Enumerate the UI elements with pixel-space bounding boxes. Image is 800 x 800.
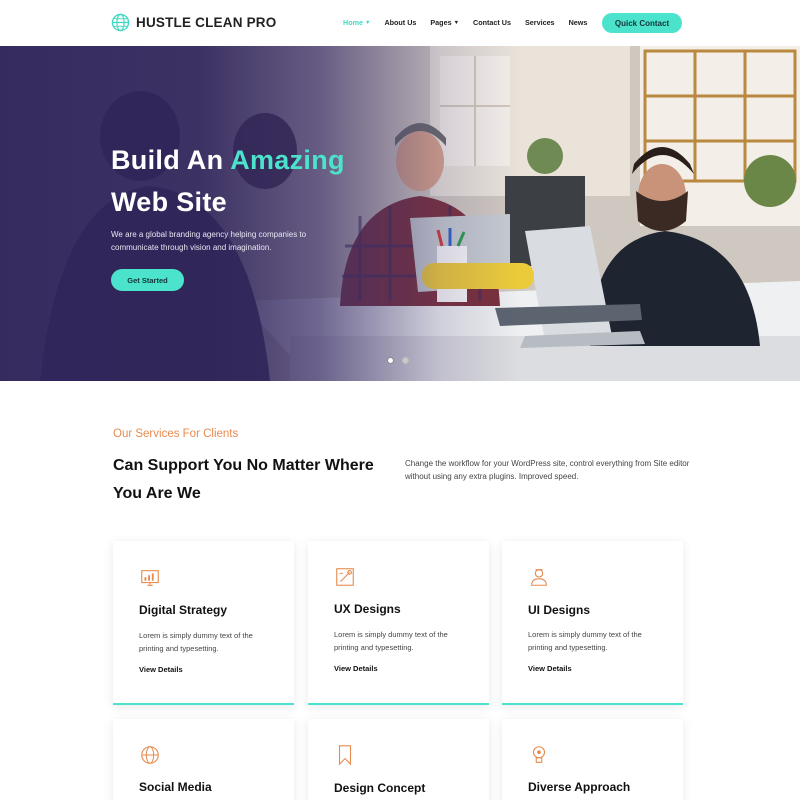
- hero-title-accent: Amazing: [230, 145, 345, 175]
- globe-icon: [141, 746, 159, 764]
- card-title: UX Designs: [334, 602, 401, 616]
- nav-label: Home: [343, 18, 363, 27]
- services-heading: Can Support You No Matter Where You Are …: [113, 457, 374, 502]
- nav-item-home[interactable]: Home ▼: [343, 18, 370, 27]
- chart-monitor-icon: [141, 570, 159, 586]
- service-card-design-concept: Design Concept: [308, 719, 489, 800]
- chevron-down-icon: ▼: [364, 19, 371, 26]
- service-card-digital-strategy: Digital Strategy Lorem is simply dummy t…: [113, 541, 294, 705]
- service-card-ui-designs: UI Designs Lorem is simply dummy text of…: [502, 541, 683, 705]
- service-card-ux-designs: UX Designs Lorem is simply dummy text of…: [308, 541, 489, 705]
- site-header: HUSTLE CLEAN PRO Home ▼ About Us Pages ▼ C…: [0, 0, 800, 46]
- nav-label: About Us: [384, 18, 417, 27]
- slider-dot-2[interactable]: [402, 357, 409, 364]
- hero-title-line1: Build An Amazing: [111, 139, 345, 181]
- services-description: Change the workflow for your WordPress s…: [405, 459, 690, 481]
- slider-dot-1[interactable]: [387, 357, 394, 364]
- view-details-link[interactable]: View Details: [139, 665, 183, 674]
- globe-logo-icon: [111, 13, 130, 32]
- nav-label: News: [568, 18, 588, 27]
- logo-text: HUSTLE CLEAN PRO: [136, 15, 277, 30]
- idea-approach-icon: [532, 746, 546, 763]
- logo[interactable]: HUSTLE CLEAN PRO: [111, 13, 276, 32]
- nav-item-news[interactable]: News: [569, 18, 588, 27]
- nav-item-contact-us[interactable]: Contact Us: [473, 18, 511, 27]
- card-title: Diverse Approach: [528, 780, 631, 794]
- hero-slider: Build An Amazing Web Site We are a globa…: [0, 46, 800, 381]
- view-details-link[interactable]: View Details: [528, 664, 572, 673]
- card-text: Lorem is simply dummy text of the printi…: [139, 631, 253, 653]
- nav-label: Pages: [430, 18, 452, 27]
- card-title: UI Designs: [528, 603, 591, 617]
- slider-dots: [387, 357, 417, 364]
- card-title: Social Media: [139, 780, 212, 794]
- hero-title: Build An Amazing Web Site: [111, 139, 345, 223]
- bookmark-icon: [338, 745, 352, 766]
- card-title: Digital Strategy: [139, 603, 228, 617]
- hero-description: We are a global branding agency helping …: [111, 230, 307, 252]
- main-nav: Home ▼ About Us Pages ▼ Contact Us Service…: [343, 18, 601, 27]
- nav-label: Contact Us: [473, 18, 511, 27]
- nav-item-pages[interactable]: Pages ▼: [430, 18, 459, 27]
- nav-label: Services: [524, 18, 555, 27]
- nav-item-about-us[interactable]: About Us: [384, 18, 416, 27]
- view-details-link[interactable]: View Details: [334, 664, 378, 673]
- nav-item-services[interactable]: Services: [525, 18, 555, 27]
- service-card-social-media: Social Media: [113, 719, 294, 800]
- hero-title-line2: Web Site: [111, 187, 227, 217]
- card-text: Lorem is simply dummy text of the printi…: [334, 630, 448, 652]
- quick-contact-button[interactable]: Quick Contact: [602, 13, 682, 33]
- services-kicker: Our Services For Clients: [113, 428, 239, 440]
- service-card-diverse-approach: Diverse Approach: [502, 719, 683, 800]
- hero-title-part1: Build An: [111, 145, 231, 175]
- card-title: Design Concept: [334, 781, 426, 795]
- card-text: Lorem is simply dummy text of the printi…: [528, 630, 642, 652]
- designer-person-icon: [531, 569, 547, 586]
- design-pen-icon: [336, 568, 354, 586]
- chevron-down-icon: ▼: [453, 19, 460, 26]
- get-started-button[interactable]: Get Started: [111, 269, 184, 291]
